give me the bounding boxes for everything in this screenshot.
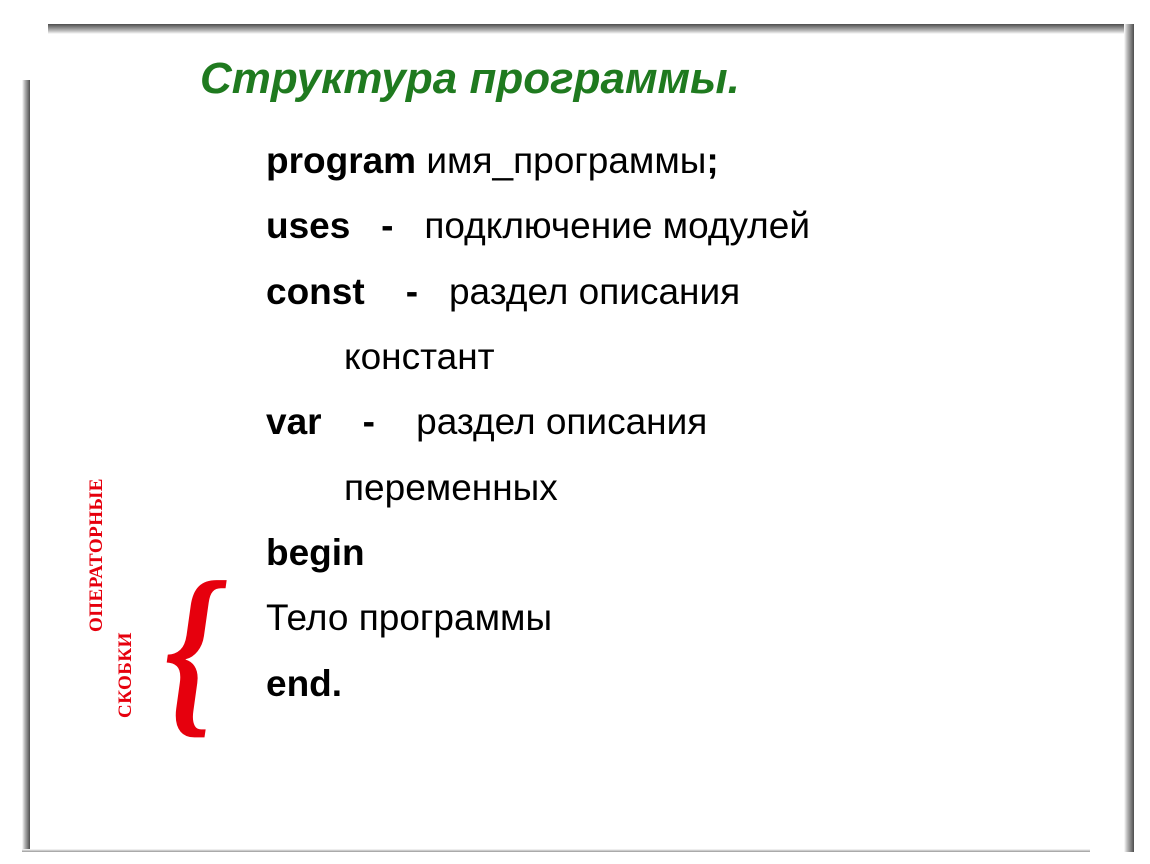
dash-const: - bbox=[365, 271, 449, 312]
slide-title: Структура программы. bbox=[200, 54, 740, 104]
text-body: Тело программы bbox=[266, 597, 552, 638]
top-border bbox=[48, 24, 1134, 34]
text-const-cont: констант bbox=[344, 336, 495, 377]
semicolon: ; bbox=[706, 140, 718, 181]
line-body: Тело программы bbox=[266, 589, 1060, 646]
line-end: end. bbox=[266, 655, 1060, 712]
left-border bbox=[22, 80, 30, 852]
keyword-uses: uses bbox=[266, 205, 350, 246]
text-var-desc: раздел описания bbox=[416, 401, 707, 442]
slide: Структура программы. program имя_програм… bbox=[0, 0, 1150, 864]
keyword-var: var bbox=[266, 401, 322, 442]
line-begin: begin bbox=[266, 524, 1060, 581]
keyword-program: program bbox=[266, 140, 426, 181]
dash-var: - bbox=[322, 401, 417, 442]
text-var-cont: переменных bbox=[344, 467, 558, 508]
line-const-cont: констант bbox=[266, 328, 1060, 385]
dash-uses: - bbox=[350, 205, 424, 246]
side-label-operator: ОПЕРАТОРНЫЕ bbox=[86, 478, 108, 632]
line-program: program имя_программы; bbox=[266, 132, 1060, 189]
keyword-end: end. bbox=[266, 663, 342, 704]
side-label-brackets: СКОБКИ bbox=[115, 632, 137, 718]
brace-icon: { bbox=[165, 564, 218, 735]
line-var: var - раздел описания bbox=[266, 393, 1060, 450]
content-block: program имя_программы; uses - подключени… bbox=[266, 132, 1060, 720]
line-uses: uses - подключение модулей bbox=[266, 197, 1060, 254]
bottom-border bbox=[22, 849, 1090, 852]
text-program-name: имя_программы bbox=[426, 140, 706, 181]
line-var-cont: переменных bbox=[266, 459, 1060, 516]
text-const-desc: раздел описания bbox=[449, 271, 740, 312]
text-uses-desc: подключение модулей bbox=[424, 205, 810, 246]
keyword-begin: begin bbox=[266, 532, 365, 573]
line-const: const - раздел описания bbox=[266, 263, 1060, 320]
keyword-const: const bbox=[266, 271, 365, 312]
right-border bbox=[1124, 24, 1134, 852]
